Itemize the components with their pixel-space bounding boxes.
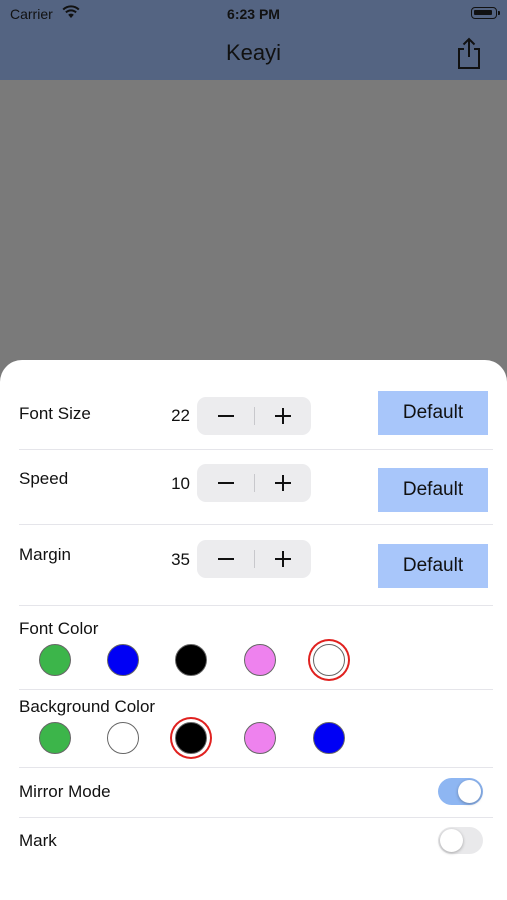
background-color-swatch[interactable] xyxy=(39,722,71,754)
divider xyxy=(19,605,493,606)
plus-icon xyxy=(274,551,291,567)
minus-icon xyxy=(217,558,234,560)
minus-icon xyxy=(217,482,234,484)
speed-decrement-button[interactable] xyxy=(197,464,254,502)
minus-icon xyxy=(217,415,234,417)
margin-decrement-button[interactable] xyxy=(197,540,254,578)
nav-title: Keayi xyxy=(225,40,282,65)
status-time: 6:23 PM xyxy=(227,6,280,22)
mirror-mode-label: Mirror Mode xyxy=(19,782,111,801)
mark-toggle[interactable] xyxy=(438,827,483,854)
toggle-knob xyxy=(440,829,463,852)
share-icon[interactable] xyxy=(455,36,483,70)
nav-bar: Keayi xyxy=(0,28,507,80)
margin-value: 35 xyxy=(171,550,190,569)
speed-stepper[interactable] xyxy=(197,464,311,502)
background-color-label: Background Color xyxy=(19,697,156,716)
background-color-swatch[interactable] xyxy=(175,722,207,754)
font-size-stepper[interactable] xyxy=(197,397,311,435)
font-color-swatch[interactable] xyxy=(39,644,71,676)
margin-increment-button[interactable] xyxy=(254,540,311,578)
font-size-decrement-button[interactable] xyxy=(197,397,254,435)
divider xyxy=(19,817,493,818)
font-color-swatch[interactable] xyxy=(313,644,345,676)
font-color-label: Font Color xyxy=(19,619,99,638)
speed-default-button[interactable]: Default xyxy=(378,468,488,512)
font-size-default-button[interactable]: Default xyxy=(378,391,488,435)
font-color-swatch[interactable] xyxy=(175,644,207,676)
background-color-swatch[interactable] xyxy=(313,722,345,754)
background-color-swatch[interactable] xyxy=(107,722,139,754)
plus-icon xyxy=(274,475,291,491)
mirror-mode-toggle[interactable] xyxy=(438,778,483,805)
background-color-swatch[interactable] xyxy=(244,722,276,754)
margin-stepper[interactable] xyxy=(197,540,311,578)
font-size-increment-button[interactable] xyxy=(254,397,311,435)
mark-label: Mark xyxy=(19,831,57,850)
font-size-value: 22 xyxy=(171,406,190,425)
speed-value: 10 xyxy=(171,474,190,493)
divider xyxy=(19,449,493,450)
plus-icon xyxy=(274,408,291,424)
font-color-swatch[interactable] xyxy=(107,644,139,676)
divider xyxy=(19,524,493,525)
divider xyxy=(19,689,493,690)
battery-icon xyxy=(471,7,500,19)
font-color-swatch[interactable] xyxy=(244,644,276,676)
speed-increment-button[interactable] xyxy=(254,464,311,502)
toggle-knob xyxy=(458,780,481,803)
settings-sheet: Font Size 22 Default Speed 10 Default Ma… xyxy=(0,360,507,900)
status-bar: Carrier 6:23 PM xyxy=(0,0,507,28)
divider xyxy=(19,767,493,768)
margin-label: Margin xyxy=(19,545,71,564)
font-size-label: Font Size xyxy=(19,404,91,423)
speed-label: Speed xyxy=(19,469,69,488)
margin-default-button[interactable]: Default xyxy=(378,544,488,588)
